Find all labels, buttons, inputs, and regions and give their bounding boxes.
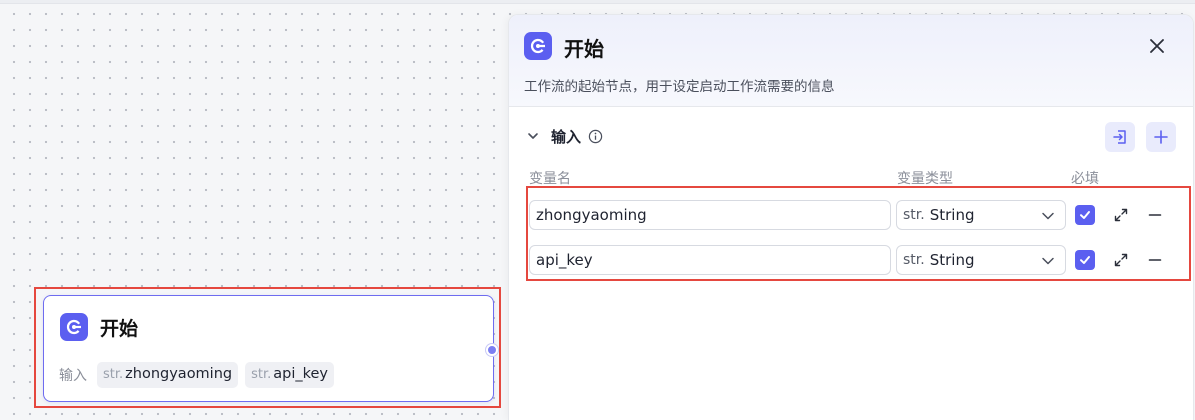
info-icon[interactable]: [587, 128, 603, 144]
type-value: String: [929, 206, 975, 224]
panel-header: 开始 工作流的起始节点，用于设定启动工作流需要的信息: [509, 15, 1193, 107]
expand-icon[interactable]: [1112, 251, 1130, 269]
column-header-name: 变量名: [529, 171, 571, 187]
minus-icon[interactable]: [1146, 251, 1164, 269]
check-icon: [1080, 211, 1090, 219]
chip-type: str.: [251, 367, 272, 382]
start-node-panel: 开始 工作流的起始节点，用于设定启动工作流需要的信息 输入 变量名 变量类型 必…: [508, 14, 1194, 420]
variable-name-input[interactable]: [529, 245, 891, 275]
chevron-down-icon: [1042, 212, 1054, 220]
column-header-required: 必填: [1071, 171, 1099, 187]
type-prefix: str.: [903, 207, 925, 223]
input-chip: str. zhongyaoming: [97, 362, 239, 388]
node-output-handle[interactable]: [486, 344, 498, 356]
variable-row: str. String: [529, 245, 1189, 275]
type-value: String: [929, 251, 975, 269]
variable-name-input[interactable]: [529, 200, 891, 230]
type-prefix: str.: [903, 252, 925, 268]
node-inputs-row: 输入 str. zhongyaoming str. api_key: [59, 362, 341, 388]
start-node-card[interactable]: 开始 输入 str. zhongyaoming str. api_key: [43, 295, 494, 402]
chip-type: str.: [103, 367, 124, 382]
chevron-down-icon: [1042, 257, 1054, 265]
close-icon[interactable]: [1145, 34, 1169, 58]
plus-icon: [1154, 130, 1168, 144]
column-header-type: 变量类型: [897, 171, 953, 187]
import-button[interactable]: [1105, 122, 1135, 152]
chevron-down-icon[interactable]: [525, 128, 541, 144]
chip-name: zhongyaoming: [125, 366, 233, 382]
input-chip: str. api_key: [245, 362, 335, 388]
start-node-icon: [524, 32, 552, 60]
node-title: 开始: [100, 317, 139, 340]
add-variable-button[interactable]: [1146, 122, 1176, 152]
section-title: 输入: [551, 127, 582, 146]
chip-name: api_key: [273, 366, 329, 382]
inputs-section-header: 输入: [525, 124, 603, 148]
canvas-top-border: [0, 0, 1195, 4]
required-checkbox[interactable]: [1075, 205, 1095, 225]
import-icon: [1113, 130, 1126, 144]
minus-icon[interactable]: [1146, 206, 1164, 224]
node-header: 开始: [60, 313, 138, 341]
required-checkbox[interactable]: [1075, 250, 1095, 270]
panel-title: 开始: [564, 37, 604, 61]
expand-icon[interactable]: [1112, 206, 1130, 224]
variable-row: str. String: [529, 200, 1189, 230]
start-node-icon: [60, 313, 88, 341]
panel-description: 工作流的起始节点，用于设定启动工作流需要的信息: [524, 79, 835, 95]
check-icon: [1080, 256, 1090, 264]
variable-type-select[interactable]: str. String: [896, 200, 1066, 230]
variable-type-select[interactable]: str. String: [896, 245, 1066, 275]
node-inputs-label: 输入: [59, 368, 87, 384]
